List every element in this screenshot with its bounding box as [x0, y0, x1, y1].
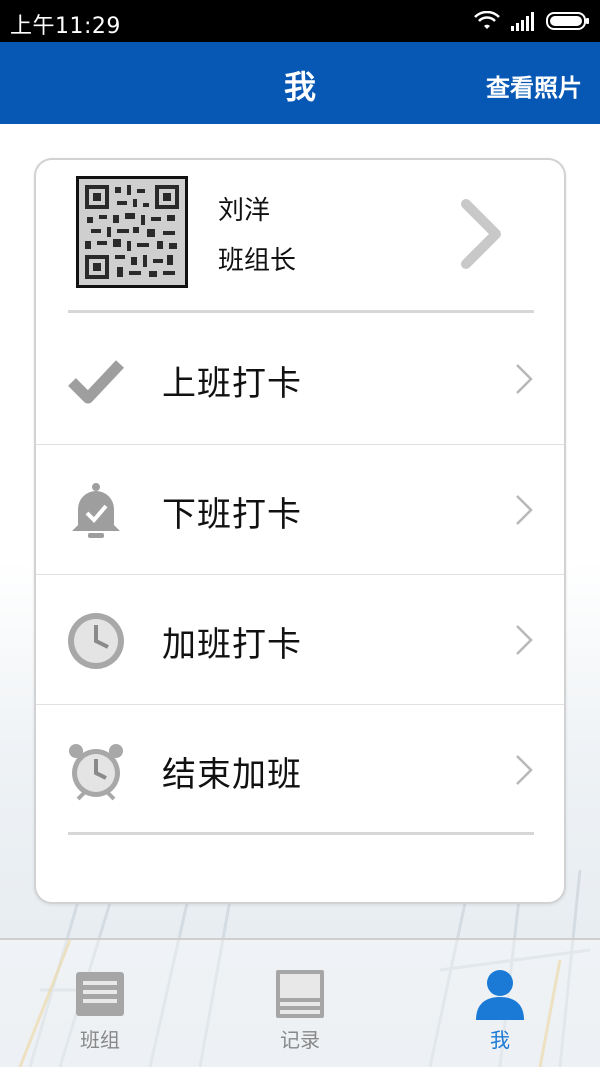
- menu-item-end-overtime[interactable]: 结束加班: [36, 705, 564, 835]
- profile-header[interactable]: 刘洋 班组长: [36, 160, 564, 312]
- qr-code-image: [76, 176, 188, 288]
- bottom-tab-bar: 班组 记录 我: [0, 938, 600, 1069]
- status-time: 上午11:29: [10, 14, 121, 39]
- chevron-right-icon: [516, 625, 533, 655]
- tab-label: 我: [490, 1028, 510, 1052]
- menu-item-label: 结束加班: [162, 755, 302, 795]
- person-icon: [476, 970, 524, 1020]
- menu-item-clock-in[interactable]: 上班打卡: [36, 314, 564, 444]
- menu-item-label: 加班打卡: [162, 625, 302, 665]
- menu-item-label: 下班打卡: [162, 495, 302, 535]
- tab-label: 记录: [280, 1028, 320, 1052]
- tab-me[interactable]: 我: [440, 968, 560, 1058]
- menu-item-clock-out[interactable]: 下班打卡: [36, 445, 564, 575]
- tab-records[interactable]: 记录: [240, 968, 360, 1058]
- user-role: 班组长: [218, 246, 297, 276]
- profile-card: 刘洋 班组长 上班打卡 下班打卡 加班打卡 结束加班: [34, 158, 566, 904]
- wifi-icon: [474, 11, 500, 29]
- bell-check-icon: [72, 483, 120, 538]
- clock-icon: [68, 613, 124, 669]
- menu-item-overtime-in[interactable]: 加班打卡: [36, 575, 564, 705]
- divider: [68, 832, 534, 835]
- user-name: 刘洋: [218, 196, 271, 226]
- divider: [68, 310, 534, 313]
- menu-item-label: 上班打卡: [162, 364, 302, 404]
- battery-icon: [546, 12, 589, 30]
- status-bar: 上午11:29: [0, 0, 600, 42]
- signal-icon: [511, 12, 534, 31]
- chevron-right-icon: [516, 755, 533, 785]
- tab-team[interactable]: 班组: [40, 968, 160, 1058]
- records-icon: [276, 970, 324, 1018]
- alarm-clock-icon: [69, 744, 123, 801]
- chevron-right-icon: [516, 364, 533, 394]
- checkmark-icon: [68, 360, 125, 404]
- view-photos-button[interactable]: 查看照片: [486, 68, 582, 103]
- tab-label: 班组: [80, 1028, 120, 1052]
- chevron-right-icon: [461, 199, 501, 269]
- status-icons: [474, 9, 590, 33]
- app-header: 我 查看照片: [0, 42, 600, 124]
- team-list-icon: [76, 972, 124, 1016]
- chevron-right-icon: [516, 495, 533, 525]
